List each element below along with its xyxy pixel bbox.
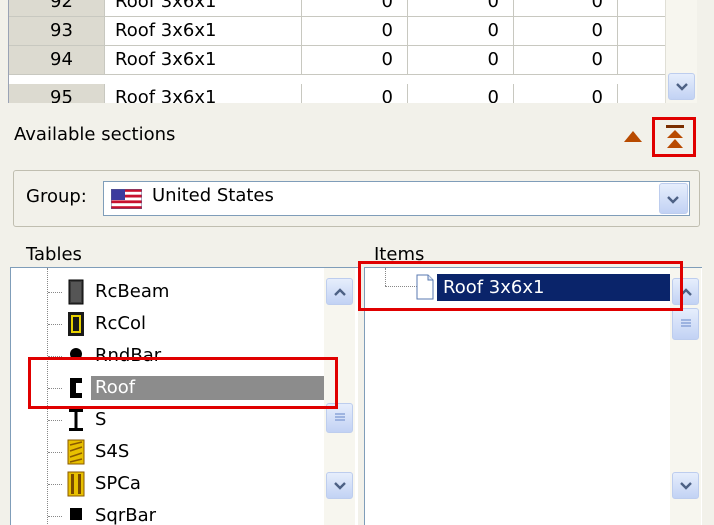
row-value: 0 bbox=[514, 46, 618, 74]
spca-icon bbox=[67, 471, 85, 497]
row-name: Roof 3x6x1 bbox=[105, 17, 302, 45]
chevron-down-icon bbox=[334, 482, 346, 490]
scroll-thumb[interactable] bbox=[672, 308, 699, 340]
row-name: Roof 3x6x1 bbox=[105, 46, 302, 74]
row-value: 0 bbox=[302, 17, 408, 45]
table-row[interactable]: 93 Roof 3x6x1 0 0 0 bbox=[9, 17, 665, 46]
chevron-down-icon bbox=[676, 83, 688, 91]
tree-branch bbox=[48, 292, 62, 293]
row-value: 0 bbox=[514, 0, 618, 16]
row-value: 0 bbox=[408, 84, 514, 103]
tree-item-label: RcCol bbox=[95, 313, 146, 334]
scroll-down-button[interactable] bbox=[672, 472, 699, 499]
row-name: Roof 3x6x1 bbox=[105, 84, 302, 103]
scroll-down-button[interactable] bbox=[326, 472, 353, 499]
row-value: 0 bbox=[302, 46, 408, 74]
tree-item-label: S bbox=[95, 409, 107, 430]
row-value: 0 bbox=[302, 0, 408, 16]
row-name: Roof 3x6x1 bbox=[105, 0, 302, 16]
square-bar-icon bbox=[70, 508, 82, 520]
group-value: United States bbox=[152, 185, 274, 206]
highlight-box bbox=[358, 261, 683, 311]
tree-branch bbox=[48, 324, 62, 325]
row-number: 92 bbox=[9, 0, 105, 16]
scroll-down-button[interactable] bbox=[668, 73, 695, 100]
tree-branch bbox=[48, 452, 62, 453]
row-value: 0 bbox=[408, 46, 514, 74]
row-value: 0 bbox=[302, 84, 408, 103]
table-row[interactable]: 92 Roof 3x6x1 0 0 0 bbox=[9, 0, 665, 17]
sections-table: 92 Roof 3x6x1 0 0 0 93 Roof 3x6x1 0 0 0 … bbox=[8, 0, 665, 103]
tree-branch bbox=[48, 516, 62, 517]
tree-item-label: SPCa bbox=[95, 473, 141, 494]
highlight-box bbox=[28, 357, 338, 409]
tree-item-sqrbar[interactable]: SqrBar bbox=[11, 500, 321, 525]
chevron-down-icon bbox=[680, 482, 692, 490]
rect-beam-icon bbox=[68, 279, 84, 305]
tree-item-rccol[interactable]: RcCol bbox=[11, 308, 321, 340]
tables-label: Tables bbox=[26, 244, 82, 265]
row-number: 95 bbox=[9, 84, 105, 103]
grip-icon bbox=[681, 319, 691, 327]
move-up-icon[interactable] bbox=[622, 126, 644, 146]
tree-item-spca[interactable]: SPCa bbox=[11, 468, 321, 500]
i-beam-icon bbox=[69, 409, 83, 431]
tree-item-label: SqrBar bbox=[95, 505, 157, 525]
row-number: 93 bbox=[9, 17, 105, 45]
tree-item-label: RcBeam bbox=[95, 281, 170, 302]
group-dropdown-button[interactable] bbox=[659, 183, 688, 214]
row-number: 94 bbox=[9, 46, 105, 74]
move-to-top-icon[interactable] bbox=[664, 124, 686, 150]
tree-item-rcbeam[interactable]: RcBeam bbox=[11, 276, 321, 308]
rect-column-icon bbox=[68, 312, 84, 336]
available-sections-title: Available sections bbox=[14, 124, 176, 145]
table-scrollbar[interactable] bbox=[665, 0, 697, 103]
lumber-s4s-icon bbox=[67, 439, 85, 465]
tree-branch bbox=[48, 484, 62, 485]
tree-item-label: S4S bbox=[95, 441, 130, 462]
grip-icon bbox=[335, 413, 345, 421]
row-value: 0 bbox=[514, 17, 618, 45]
table-row[interactable]: 95 Roof 3x6x1 0 0 0 bbox=[9, 84, 665, 103]
chevron-up-icon bbox=[334, 288, 346, 296]
scroll-up-button[interactable] bbox=[326, 278, 353, 305]
us-flag-icon bbox=[111, 189, 142, 209]
row-value: 0 bbox=[408, 17, 514, 45]
table-row[interactable]: 94 Roof 3x6x1 0 0 0 bbox=[9, 46, 665, 75]
row-value: 0 bbox=[514, 84, 618, 103]
chevron-down-icon bbox=[667, 196, 679, 204]
group-label: Group: bbox=[26, 186, 87, 207]
row-value: 0 bbox=[408, 0, 514, 16]
tree-branch bbox=[48, 420, 62, 421]
tree-item-s4s[interactable]: S4S bbox=[11, 436, 321, 468]
